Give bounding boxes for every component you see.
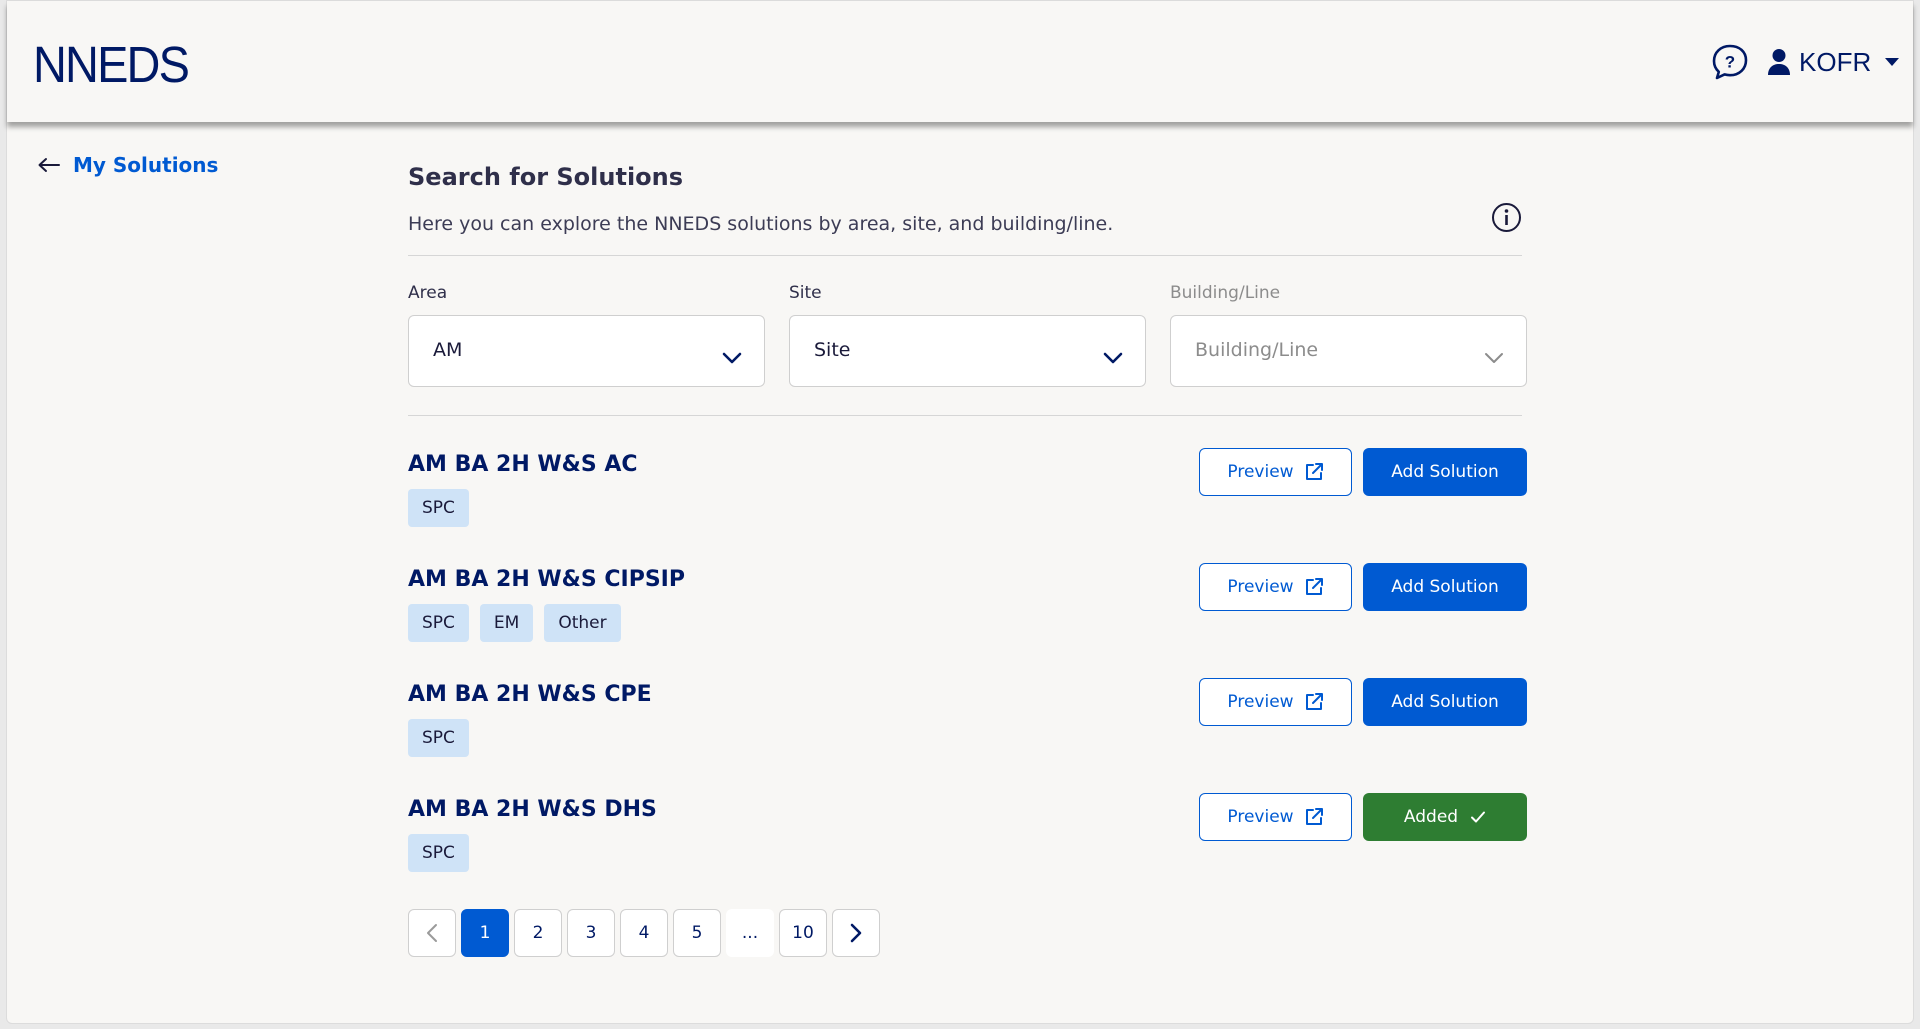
solution-title: AM BA 2H W&S AC xyxy=(408,452,638,477)
page-button-3[interactable]: 3 xyxy=(567,909,615,957)
page-button-4[interactable]: 4 xyxy=(620,909,668,957)
external-link-icon xyxy=(1305,463,1323,480)
preview-button-label: Preview xyxy=(1227,577,1294,597)
solution-item: AM BA 2H W&S DHS SPC Preview Added xyxy=(408,793,1527,877)
preview-button-label: Preview xyxy=(1227,462,1294,482)
solution-title: AM BA 2H W&S CPE xyxy=(408,682,652,707)
chevron-right-icon xyxy=(850,923,862,943)
external-link-icon xyxy=(1305,578,1323,595)
add-solution-button[interactable]: Add Solution xyxy=(1363,448,1527,496)
preview-button[interactable]: Preview xyxy=(1199,563,1352,611)
add-solution-button[interactable]: Add Solution xyxy=(1363,563,1527,611)
building-line-select[interactable]: Building/Line xyxy=(1170,315,1527,387)
chevron-down-icon xyxy=(1103,352,1123,364)
preview-button-label: Preview xyxy=(1227,807,1294,827)
svg-text:?: ? xyxy=(1725,53,1735,72)
site-select-value: Site xyxy=(814,339,851,361)
site-label: Site xyxy=(789,283,822,303)
user-icon xyxy=(1768,49,1790,75)
back-link-label: My Solutions xyxy=(73,153,219,177)
chevron-left-icon xyxy=(427,924,437,942)
user-menu[interactable]: KOFR xyxy=(1767,45,1900,79)
page-ellipsis: ... xyxy=(726,909,774,957)
preview-button[interactable]: Preview xyxy=(1199,793,1352,841)
tag: SPC xyxy=(408,489,469,527)
pagination: 1 2 3 4 5 ... 10 xyxy=(408,909,880,957)
solution-title: AM BA 2H W&S CIPSIP xyxy=(408,567,685,592)
tag: SPC xyxy=(408,604,469,642)
back-link[interactable]: My Solutions xyxy=(37,153,218,177)
app-logo[interactable]: NNEDS xyxy=(33,35,190,94)
info-icon[interactable] xyxy=(1491,202,1522,233)
solution-tags: SPC xyxy=(408,834,469,872)
solution-item: AM BA 2H W&S CIPSIP SPC EM Other Preview… xyxy=(408,563,1527,647)
app-window: NNEDS ? KOFR My Solutions Search for Sol… xyxy=(6,0,1914,1024)
add-solution-button[interactable]: Add Solution xyxy=(1363,678,1527,726)
added-button-label: Added xyxy=(1403,807,1459,827)
page-button-5[interactable]: 5 xyxy=(673,909,721,957)
tag: SPC xyxy=(408,834,469,872)
app-header: NNEDS ? KOFR xyxy=(7,1,1913,122)
solution-item: AM BA 2H W&S CPE SPC Preview Add Solutio… xyxy=(408,678,1527,762)
page-button-1[interactable]: 1 xyxy=(461,909,509,957)
solution-title: AM BA 2H W&S DHS xyxy=(408,797,657,822)
user-name: KOFR xyxy=(1799,46,1872,77)
divider xyxy=(408,415,1522,416)
preview-button[interactable]: Preview xyxy=(1199,678,1352,726)
solution-item: AM BA 2H W&S AC SPC Preview Add Solution xyxy=(408,448,1527,532)
page-subtitle: Here you can explore the NNEDS solutions… xyxy=(408,213,1114,235)
preview-button-label: Preview xyxy=(1227,692,1294,712)
site-select[interactable]: Site xyxy=(789,315,1146,387)
page-button-10[interactable]: 10 xyxy=(779,909,827,957)
added-button[interactable]: Added xyxy=(1363,793,1527,841)
solution-tags: SPC xyxy=(408,719,469,757)
tag: Other xyxy=(544,604,621,642)
solution-tags: SPC EM Other xyxy=(408,604,621,642)
area-label: Area xyxy=(408,283,448,303)
help-icon[interactable]: ? xyxy=(1711,43,1749,81)
external-link-icon xyxy=(1305,808,1323,825)
divider xyxy=(408,255,1522,256)
building-line-select-value: Building/Line xyxy=(1195,339,1319,361)
page-title: Search for Solutions xyxy=(408,163,684,191)
page-button-2[interactable]: 2 xyxy=(514,909,562,957)
area-select[interactable]: AM xyxy=(408,315,765,387)
checkmark-icon xyxy=(1471,811,1486,823)
chevron-down-icon xyxy=(722,352,742,364)
preview-button[interactable]: Preview xyxy=(1199,448,1352,496)
chevron-down-icon xyxy=(1485,353,1503,363)
next-page-button[interactable] xyxy=(832,909,880,957)
external-link-icon xyxy=(1305,693,1323,710)
tag: EM xyxy=(479,604,534,642)
arrow-left-icon xyxy=(38,158,60,172)
building-line-label: Building/Line xyxy=(1170,283,1281,303)
area-select-value: AM xyxy=(433,339,463,361)
chevron-down-icon xyxy=(1885,58,1900,66)
tag: SPC xyxy=(408,719,469,757)
prev-page-button[interactable] xyxy=(408,909,456,957)
solution-tags: SPC xyxy=(408,489,469,527)
